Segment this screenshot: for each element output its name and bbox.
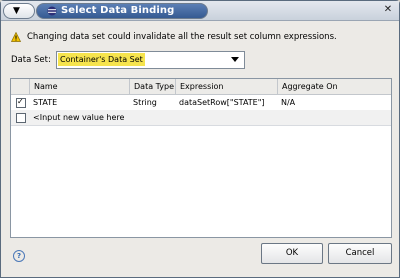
warning-message: Changing data set could invalidate all t…	[11, 32, 337, 42]
header-check[interactable]	[11, 79, 29, 94]
row-checkbox[interactable]: ✓	[16, 97, 26, 108]
new-value-input[interactable]: <Input new value here	[29, 110, 175, 125]
check-icon: ✓	[17, 97, 24, 106]
cell-name: STATE	[33, 98, 58, 107]
table-row[interactable]: ✓ STATE String dataSetRow["STATE"] N/A	[11, 95, 391, 111]
warning-text: Changing data set could invalidate all t…	[27, 32, 337, 42]
eclipse-icon	[47, 6, 57, 16]
dropdown-arrow-icon[interactable]	[231, 57, 239, 62]
header-data-type[interactable]: Data Type	[129, 79, 175, 94]
cell-data-type: String	[133, 98, 157, 107]
window-menu-button[interactable]: ▼	[3, 3, 35, 19]
header-aggregate-on[interactable]: Aggregate On	[277, 79, 391, 94]
dialog-title: Select Data Binding	[61, 5, 175, 16]
title-pill: Select Data Binding	[36, 3, 208, 19]
dataset-label: Data Set:	[11, 55, 51, 65]
select-data-binding-dialog: ▼ Select Data Binding ✕ Changing data se…	[0, 0, 400, 278]
cell-expression: dataSetRow["STATE"]	[179, 98, 265, 107]
chevron-down-icon: ▼	[13, 6, 20, 16]
table-row-new[interactable]: <Input new value here	[11, 110, 391, 126]
header-name[interactable]: Name	[29, 79, 129, 94]
dataset-selected-value: Container's Data Set	[58, 53, 145, 66]
binding-table: Name Data Type Expression Aggregate On ✓…	[10, 78, 392, 238]
ok-button[interactable]: OK	[261, 243, 323, 264]
header-expression[interactable]: Expression	[175, 79, 277, 94]
warning-icon	[11, 32, 21, 42]
cancel-button[interactable]: Cancel	[328, 243, 392, 264]
close-icon[interactable]: ✕	[382, 4, 394, 16]
help-icon[interactable]: ?	[13, 250, 25, 262]
cell-aggregate-on: N/A	[281, 98, 296, 107]
row-checkbox[interactable]	[16, 113, 26, 123]
dataset-select[interactable]: Container's Data Set	[56, 51, 245, 69]
table-header: Name Data Type Expression Aggregate On	[11, 79, 391, 95]
title-bar: ▼ Select Data Binding ✕	[1, 1, 399, 21]
